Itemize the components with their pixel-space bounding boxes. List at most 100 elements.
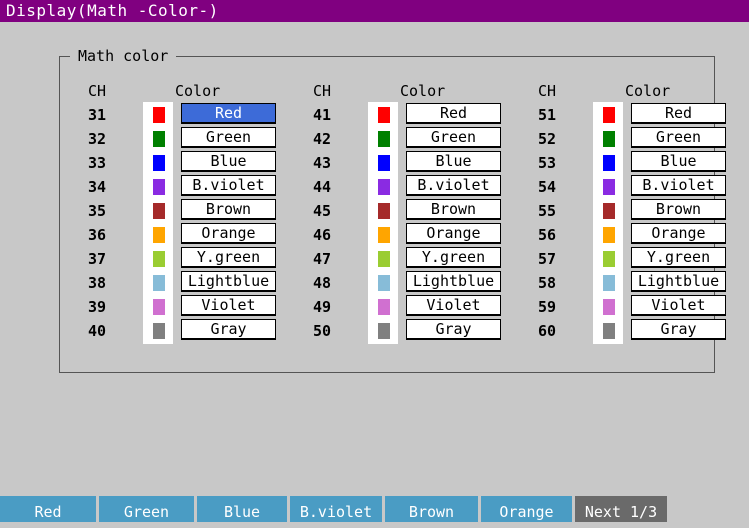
color-select-button[interactable]: Brown (631, 199, 726, 220)
color-swatch (603, 275, 615, 291)
channel-number: 46 (313, 226, 332, 244)
color-select-button[interactable]: Gray (631, 319, 726, 340)
color-swatch (378, 155, 390, 171)
color-select-button[interactable]: B.violet (181, 175, 276, 196)
channel-number: 59 (538, 298, 557, 316)
channel-number: 38 (88, 274, 107, 292)
color-swatch (153, 323, 165, 339)
color-select-button[interactable]: Y.green (631, 247, 726, 268)
channel-row: 33 Blue (88, 151, 298, 175)
color-select-button[interactable]: Blue (406, 151, 501, 172)
color-select-button[interactable]: Gray (406, 319, 501, 340)
softkey-next[interactable]: Next 1/3 (575, 496, 667, 522)
color-swatch (153, 251, 165, 267)
channel-row: 52 Green (538, 127, 748, 151)
channel-number: 36 (88, 226, 107, 244)
color-select-button[interactable]: Lightblue (406, 271, 501, 292)
color-select-button[interactable]: Green (181, 127, 276, 148)
color-swatch (603, 227, 615, 243)
channel-number: 37 (88, 250, 107, 268)
color-select-button[interactable]: B.violet (406, 175, 501, 196)
channel-number: 35 (88, 202, 107, 220)
color-select-button[interactable]: B.violet (631, 175, 726, 196)
color-select-button[interactable]: Y.green (406, 247, 501, 268)
channel-row: 49 Violet (313, 295, 523, 319)
color-select-button[interactable]: Violet (406, 295, 501, 316)
channel-number: 41 (313, 106, 332, 124)
softkey-bar: Red Green Blue B.violet Brown Orange Next 1/3 (0, 496, 749, 522)
softkey-bviolet[interactable]: B.violet (290, 496, 382, 522)
channel-row: 38 Lightblue (88, 271, 298, 295)
window-title: Display(Math -Color-) (6, 1, 219, 20)
channel-number: 58 (538, 274, 557, 292)
channel-row: 56 Orange (538, 223, 748, 247)
channel-row: 51 Red (538, 103, 748, 127)
channel-number: 60 (538, 322, 557, 340)
channel-row: 48 Lightblue (313, 271, 523, 295)
color-swatch (378, 299, 390, 315)
color-swatch (153, 227, 165, 243)
channel-number: 52 (538, 130, 557, 148)
color-swatch (378, 227, 390, 243)
softkey-red[interactable]: Red (0, 496, 96, 522)
color-select-button[interactable]: Green (406, 127, 501, 148)
color-select-button[interactable]: Orange (406, 223, 501, 244)
color-select-button[interactable]: Blue (631, 151, 726, 172)
softkey-orange[interactable]: Orange (481, 496, 572, 522)
color-swatch (153, 107, 165, 123)
color-select-button[interactable]: Green (631, 127, 726, 148)
softkey-green[interactable]: Green (99, 496, 194, 522)
ch-header: CH (88, 82, 107, 100)
color-select-button[interactable]: Y.green (181, 247, 276, 268)
channel-number: 56 (538, 226, 557, 244)
color-swatch (378, 107, 390, 123)
ch-header: CH (538, 82, 557, 100)
color-select-button[interactable]: Orange (181, 223, 276, 244)
channel-row: 43 Blue (313, 151, 523, 175)
color-swatch (153, 203, 165, 219)
color-select-button[interactable]: Red (406, 103, 501, 124)
color-select-button[interactable]: Blue (181, 151, 276, 172)
color-select-button[interactable]: Violet (181, 295, 276, 316)
color-select-button[interactable]: Lightblue (181, 271, 276, 292)
color-swatch (378, 275, 390, 291)
channel-column: CH Color 31 Red 32 Green 33 Blue 34 B.violet 35 Bro… (88, 82, 298, 362)
channel-number: 49 (313, 298, 332, 316)
color-swatch (603, 179, 615, 195)
channel-column: CH Color 41 Red 42 Green 43 Blue 44 B.violet 45 Bro… (313, 82, 523, 362)
channel-row: 35 Brown (88, 199, 298, 223)
channel-number: 57 (538, 250, 557, 268)
color-swatch (378, 179, 390, 195)
channel-number: 55 (538, 202, 557, 220)
color-swatch (153, 155, 165, 171)
channel-number: 42 (313, 130, 332, 148)
channel-row: 53 Blue (538, 151, 748, 175)
softkey-brown[interactable]: Brown (385, 496, 478, 522)
group-title: Math color (70, 46, 177, 66)
channel-number: 40 (88, 322, 107, 340)
color-swatch (603, 107, 615, 123)
channel-row: 58 Lightblue (538, 271, 748, 295)
color-select-button[interactable]: Orange (631, 223, 726, 244)
color-select-button[interactable]: Red (631, 103, 726, 124)
channel-row: 44 B.violet (313, 175, 523, 199)
channel-number: 48 (313, 274, 332, 292)
channel-row: 40 Gray (88, 319, 298, 343)
color-select-button[interactable]: Red (181, 103, 276, 124)
channel-row: 57 Y.green (538, 247, 748, 271)
channel-number: 43 (313, 154, 332, 172)
channel-row: 50 Gray (313, 319, 523, 343)
channel-row: 59 Violet (538, 295, 748, 319)
color-select-button[interactable]: Lightblue (631, 271, 726, 292)
color-swatch (378, 131, 390, 147)
color-select-button[interactable]: Gray (181, 319, 276, 340)
channel-row: 34 B.violet (88, 175, 298, 199)
color-swatch (603, 155, 615, 171)
color-swatch (378, 251, 390, 267)
softkey-blue[interactable]: Blue (197, 496, 287, 522)
color-select-button[interactable]: Brown (406, 199, 501, 220)
color-select-button[interactable]: Brown (181, 199, 276, 220)
color-select-button[interactable]: Violet (631, 295, 726, 316)
channel-number: 45 (313, 202, 332, 220)
channel-number: 32 (88, 130, 107, 148)
